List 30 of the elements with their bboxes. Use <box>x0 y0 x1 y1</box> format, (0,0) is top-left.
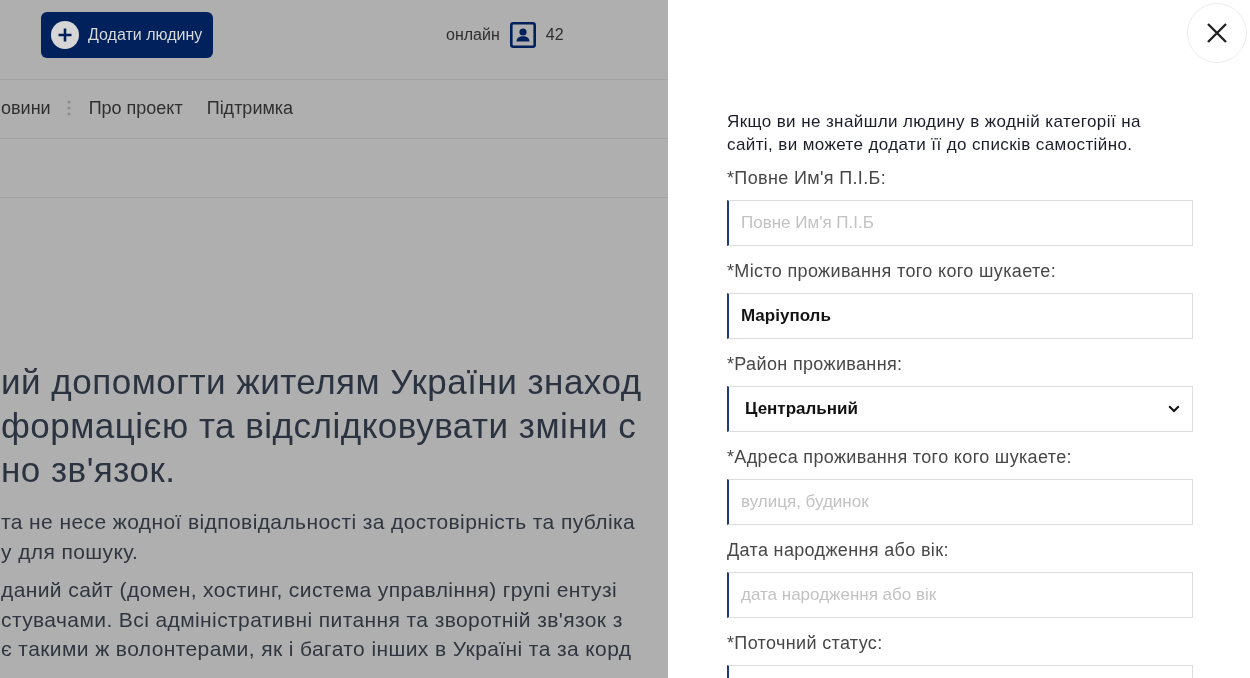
close-icon <box>1207 23 1227 43</box>
field-label: *Місто проживання того кого шукаете: <box>727 260 1056 283</box>
person-card-icon <box>509 22 536 48</box>
text-input[interactable]: вулиця, будинок <box>727 479 1193 525</box>
select-field[interactable]: Центральний <box>727 386 1193 432</box>
field-label: *Район проживання: <box>727 353 903 376</box>
hero-heading-line: но зв'язок. <box>1 449 177 491</box>
hero-heading-line: формацією та відслідковувати зміни с <box>1 405 638 447</box>
nav-link[interactable]: Підтримка <box>206 97 294 119</box>
text-input[interactable]: Повне Им'я П.І.Б <box>727 200 1193 246</box>
nav-link[interactable]: Про проект <box>88 97 183 119</box>
plus-circle-icon <box>51 21 79 49</box>
text-input[interactable]: дата народження або вік <box>727 572 1193 618</box>
chevron-down-icon <box>1168 405 1180 413</box>
paragraph-line: є такими ж волонтерами, як і багато інших в Україні та за корд <box>1 636 633 662</box>
hero-heading-line: ий допомогти жителям України знаход <box>1 361 643 403</box>
paragraph-line: у для пошуку. <box>1 538 140 565</box>
online-count: 42 <box>545 26 564 44</box>
intro-text: Якщо ви не знайшли людину в жодній категорії на сайті, ви можете додати її до списків самостійно. <box>727 111 1142 156</box>
field-label: Дата народження або вік: <box>727 539 949 562</box>
field-label: *Повне Им'я П.І.Б: <box>727 167 887 190</box>
field-label: *Адреса проживання того кого шукаете: <box>727 446 1072 469</box>
paragraph-line: стувачами. Всі адміністративні питання та зворотній зв'язок з <box>1 606 624 633</box>
paragraph-line: даний сайт (домен, хостинг, система управління) групі ентузі <box>1 577 618 603</box>
paragraph-line: та не несе жодної відповідальності за достовірність та публіка <box>1 509 637 535</box>
text-input[interactable]: Маріуполь <box>727 293 1193 339</box>
field-label: *Поточний статус: <box>727 632 883 655</box>
nav-link[interactable]: овини <box>1 97 51 119</box>
online-label: онлайн <box>446 26 500 44</box>
add-person-button[interactable]: Додати людину <box>41 12 213 58</box>
